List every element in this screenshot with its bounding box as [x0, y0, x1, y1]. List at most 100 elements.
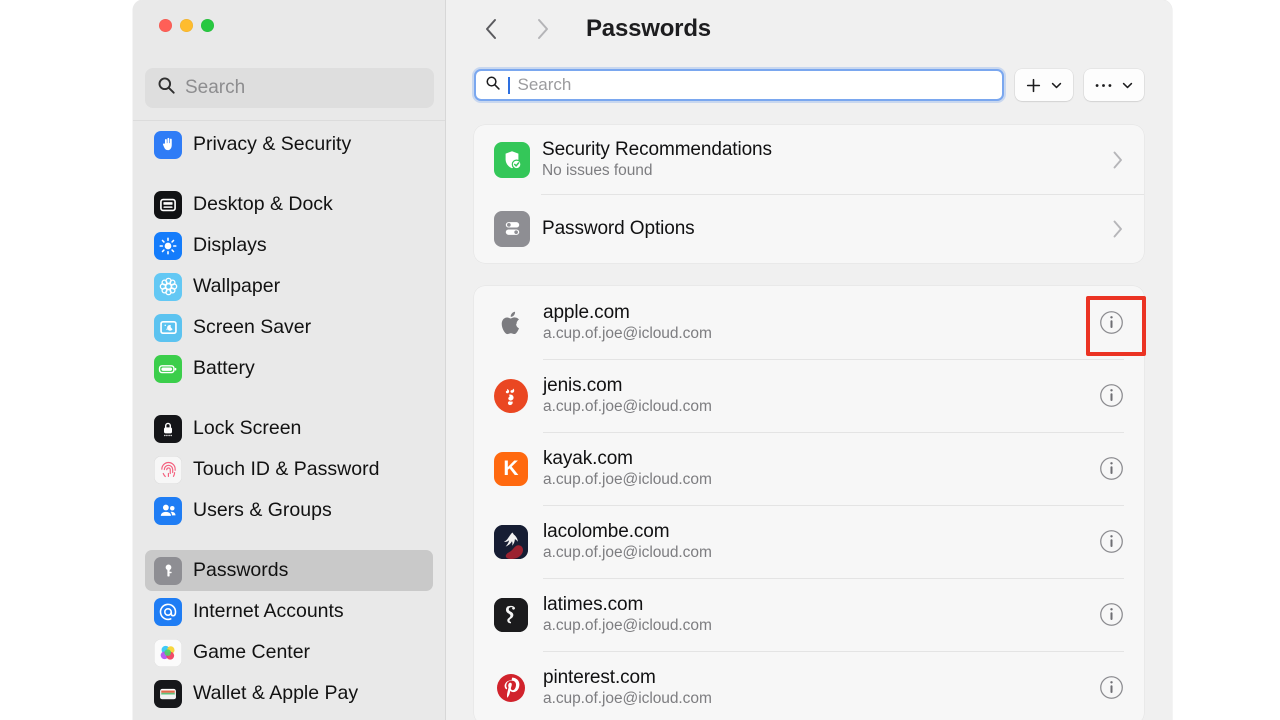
at-sign-icon: [154, 597, 182, 626]
sidebar-item-label: Wallet & Apple Pay: [193, 682, 359, 704]
row-text: kayak.com a.cup.of.joe@icloud.com: [543, 448, 1099, 489]
info-button-pinterest[interactable]: [1099, 675, 1124, 700]
info-button-jenis[interactable]: [1099, 383, 1124, 408]
info-button-apple[interactable]: [1099, 310, 1124, 335]
password-options-icon: [494, 210, 530, 247]
options-card: Security Recommendations No issues found: [474, 125, 1144, 263]
password-account: a.cup.of.joe@icloud.com: [543, 398, 712, 415]
sidebar-item-label: Internet Accounts: [193, 600, 344, 622]
sidebar-item-label: Desktop & Dock: [193, 193, 333, 215]
page-title: Passwords: [586, 14, 711, 42]
row-text: Password Options: [542, 218, 1102, 240]
password-row-pinterest[interactable]: pinterest.com a.cup.of.joe@icloud.com: [474, 651, 1144, 720]
password-site: apple.com: [543, 302, 630, 323]
back-button[interactable]: [472, 10, 510, 48]
sidebar-item-game-center[interactable]: Game Center: [145, 632, 433, 673]
password-site: pinterest.com: [543, 667, 656, 688]
sidebar-item-label: Lock Screen: [193, 417, 302, 439]
password-row-jenis[interactable]: jenis.com a.cup.of.joe@icloud.com: [474, 359, 1144, 432]
password-site: lacolombe.com: [543, 521, 670, 542]
search-placeholder: Search: [517, 75, 572, 94]
info-button-kayak[interactable]: [1099, 456, 1124, 481]
sidebar-item-lock-screen[interactable]: Lock Screen: [145, 408, 433, 449]
row-text: Security Recommendations No issues found: [542, 139, 1102, 180]
sidebar-item-battery[interactable]: Battery: [145, 348, 433, 389]
text-caret: [508, 76, 510, 94]
wallet-icon: [154, 679, 182, 708]
sidebar-search-input[interactable]: Search: [145, 68, 434, 108]
sidebar-item-label: Passwords: [193, 559, 289, 581]
window-controls: [159, 19, 214, 32]
sidebar-item-displays[interactable]: Displays: [145, 225, 433, 266]
kayak-logo-icon: K: [494, 451, 528, 486]
add-password-button[interactable]: [1015, 69, 1073, 101]
minimize-button[interactable]: [180, 19, 193, 32]
row-text: pinterest.com a.cup.of.joe@icloud.com: [543, 667, 1099, 708]
password-site: jenis.com: [543, 375, 623, 396]
game-center-icon: [154, 638, 182, 667]
search-input[interactable]: Search: [474, 69, 1004, 101]
sidebar: Search Privacy & Security Desktop & Dock…: [133, 0, 446, 720]
lacolombe-logo-icon: [494, 524, 528, 559]
password-row-kayak[interactable]: K kayak.com a.cup.of.joe@icloud.com: [474, 432, 1144, 505]
sidebar-item-users-groups[interactable]: Users & Groups: [145, 490, 433, 531]
password-account: a.cup.of.joe@icloud.com: [543, 690, 712, 707]
password-account: a.cup.of.joe@icloud.com: [543, 471, 712, 488]
screen-saver-icon: [154, 313, 182, 342]
shield-check-icon: [494, 141, 530, 178]
latimes-logo-icon: [494, 597, 528, 632]
more-options-button[interactable]: [1084, 69, 1144, 101]
security-recommendations-row[interactable]: Security Recommendations No issues found: [474, 125, 1144, 194]
password-account: a.cup.of.joe@icloud.com: [543, 325, 712, 342]
row-text: lacolombe.com a.cup.of.joe@icloud.com: [543, 521, 1099, 562]
sidebar-item-passwords[interactable]: Passwords: [145, 550, 433, 591]
sidebar-item-label: Battery: [193, 357, 255, 379]
sidebar-item-label: Touch ID & Password: [193, 458, 380, 480]
info-button-lacolombe[interactable]: [1099, 529, 1124, 554]
search-icon: [157, 76, 176, 100]
users-groups-icon: [154, 496, 182, 525]
sidebar-item-label: Wallpaper: [193, 275, 281, 297]
sidebar-item-internet-accounts[interactable]: Internet Accounts: [145, 591, 433, 632]
sidebar-item-touch-id-password[interactable]: Touch ID & Password: [145, 449, 433, 490]
row-title: Password Options: [542, 217, 695, 239]
hand-raised-icon: [154, 130, 182, 159]
password-options-row[interactable]: Password Options: [474, 194, 1144, 263]
apple-logo-icon: [494, 306, 528, 340]
password-row-latimes[interactable]: latimes.com a.cup.of.joe@icloud.com: [474, 578, 1144, 651]
content-header: Passwords: [446, 0, 1172, 57]
sidebar-item-label: Displays: [193, 234, 267, 256]
key-icon: [154, 556, 182, 585]
password-row-lacolombe[interactable]: lacolombe.com a.cup.of.joe@icloud.com: [474, 505, 1144, 578]
brightness-icon: [154, 231, 182, 260]
sidebar-item-label: Game Center: [193, 641, 311, 663]
sidebar-item-screen-saver[interactable]: Screen Saver: [145, 307, 433, 348]
password-row-apple[interactable]: apple.com a.cup.of.joe@icloud.com: [474, 286, 1144, 359]
row-text: jenis.com a.cup.of.joe@icloud.com: [543, 375, 1099, 416]
sidebar-divider: [133, 120, 445, 121]
zoom-button[interactable]: [201, 19, 214, 32]
row-text: apple.com a.cup.of.joe@icloud.com: [543, 302, 1099, 343]
close-button[interactable]: [159, 19, 172, 32]
row-subtitle: No issues found: [542, 162, 653, 179]
sidebar-item-label: Privacy & Security: [193, 133, 352, 155]
info-button-latimes[interactable]: [1099, 602, 1124, 627]
password-account: a.cup.of.joe@icloud.com: [543, 544, 712, 561]
wallpaper-icon: [154, 272, 182, 301]
row-title: Security Recommendations: [542, 139, 772, 160]
jenis-logo-icon: [494, 378, 528, 413]
plus-icon: [1026, 78, 1041, 92]
sidebar-item-wallpaper[interactable]: Wallpaper: [145, 266, 433, 307]
sidebar-item-privacy-security[interactable]: Privacy & Security: [145, 124, 433, 165]
chevron-down-icon: [1051, 82, 1062, 88]
forward-button[interactable]: [524, 10, 562, 48]
battery-icon: [154, 354, 182, 383]
toolbar: Search: [446, 57, 1172, 113]
lock-screen-icon: [154, 414, 182, 443]
sidebar-item-label: Users & Groups: [193, 499, 332, 521]
sidebar-item-wallet-apple-pay[interactable]: Wallet & Apple Pay: [145, 673, 433, 714]
password-account: a.cup.of.joe@icloud.com: [543, 617, 712, 634]
sidebar-item-desktop-dock[interactable]: Desktop & Dock: [145, 184, 433, 225]
